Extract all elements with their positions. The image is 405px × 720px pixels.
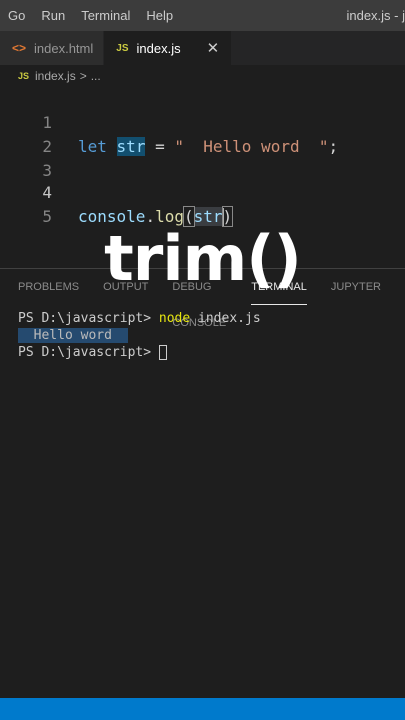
terminal-output-text: Hello word (33, 328, 112, 343)
close-icon[interactable]: ✕ (207, 39, 220, 57)
html-file-icon: <> (12, 41, 27, 55)
breadcrumb-more[interactable]: ... (91, 69, 101, 83)
terminal-output[interactable]: PS D:\javascript> node index.js Hello wo… (18, 310, 261, 361)
terminal-output-trail (111, 328, 128, 343)
tab-debug-console[interactable]: DEBUG CONSOLE (172, 269, 227, 329)
window-title: index.js - j (346, 8, 405, 23)
argument-token: str (193, 207, 223, 226)
paren-close-token: ) (221, 206, 234, 227)
menu-terminal[interactable]: Terminal (73, 0, 138, 31)
menu-bar: Go Run Terminal Help index.js - j (0, 0, 405, 31)
tab-output[interactable]: OUTPUT (103, 269, 148, 305)
tab-label: index.js (136, 40, 181, 56)
menu-run[interactable]: Run (33, 0, 73, 31)
tab-label: index.html (34, 40, 94, 56)
terminal-line: PS D:\javascript> node index.js (18, 310, 261, 327)
terminal-line: PS D:\javascript> (18, 344, 261, 361)
js-file-icon: JS (18, 71, 30, 81)
tab-terminal[interactable]: TERMINAL (251, 269, 307, 305)
js-file-icon: JS (116, 42, 129, 54)
bottom-panel: PROBLEMS OUTPUT DEBUG CONSOLE TERMINAL J… (0, 268, 405, 698)
terminal-prompt: PS D:\javascript> (18, 345, 159, 360)
terminal-command-arg: index.js (190, 311, 261, 326)
dot-token: . (145, 207, 156, 226)
breadcrumb: JS index.js > ... (0, 65, 405, 87)
editor-tab-bar: <> index.html JS index.js ✕ (0, 31, 405, 65)
code-line-1: 1 let str = " Hello word "; (0, 87, 405, 156)
object-token: console (78, 207, 146, 226)
tab-problems[interactable]: PROBLEMS (18, 269, 79, 305)
code-line-3: 3 (0, 135, 405, 180)
paren-open-token: ( (183, 206, 195, 227)
code-content: console.log(str) (78, 205, 234, 229)
terminal-cursor (158, 345, 167, 360)
terminal-output-lead (18, 328, 34, 343)
tab-jupyter[interactable]: JUPYTER (331, 269, 381, 305)
breadcrumb-file[interactable]: index.js (35, 69, 76, 83)
chevron-right-icon: > (79, 69, 87, 83)
code-line-2: 2 (0, 111, 405, 156)
menu-help[interactable]: Help (138, 0, 181, 31)
panel-tab-bar: PROBLEMS OUTPUT DEBUG CONSOLE TERMINAL J… (0, 269, 405, 329)
code-line-4: 4 console.log(str) (0, 157, 405, 227)
tab-index-html[interactable]: <> index.html (0, 31, 105, 65)
terminal-line: Hello word (18, 327, 261, 344)
code-editor[interactable]: 1 let str = " Hello word "; 2 3 4 consol… (0, 87, 405, 267)
function-token: log (155, 207, 184, 226)
tab-index-js[interactable]: JS index.js ✕ (104, 31, 233, 65)
menu-go[interactable]: Go (0, 0, 33, 31)
status-bar (0, 698, 405, 720)
code-line-5: 5 (0, 181, 405, 226)
terminal-command: node (158, 311, 191, 326)
terminal-prompt: PS D:\javascript> (18, 311, 159, 326)
line-number: 5 (42, 207, 52, 226)
